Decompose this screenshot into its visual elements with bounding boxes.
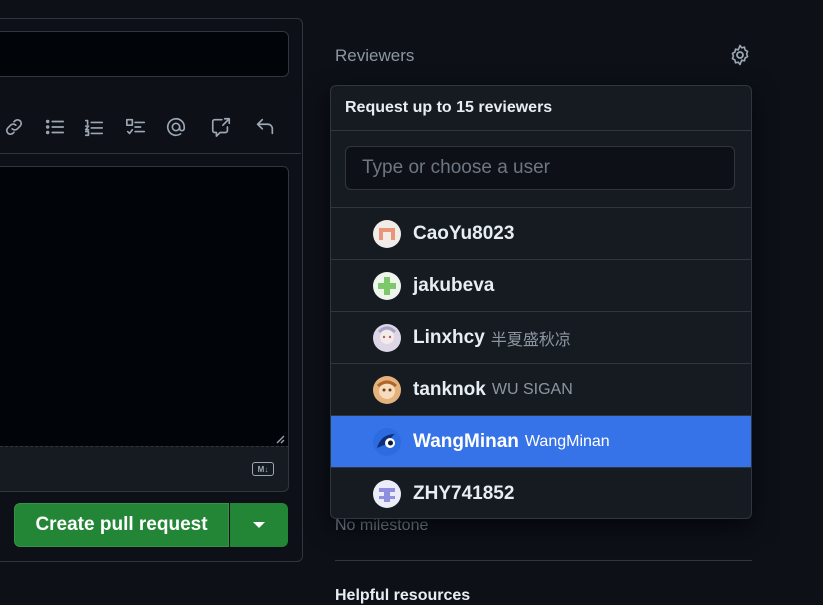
reviewers-heading: Reviewers <box>335 46 415 65</box>
pr-title-input[interactable] <box>0 31 289 77</box>
avatar <box>373 427 401 456</box>
reviewer-login: tanknok <box>413 378 486 400</box>
reviewer-option-wangminan[interactable]: WangMinan WangMinan <box>331 416 751 468</box>
reviewer-login: CaoYu8023 <box>413 222 515 244</box>
avatar <box>373 271 401 300</box>
pr-description-textarea[interactable] <box>0 166 289 448</box>
cross-reference-icon[interactable] <box>207 113 235 141</box>
editor-footer: M↓ <box>0 446 289 492</box>
sidebar-divider <box>335 560 752 561</box>
reviewer-name: WangMinan <box>524 432 610 450</box>
reviewer-search-input[interactable] <box>345 146 735 190</box>
chevron-down-icon <box>253 522 265 528</box>
gear-icon[interactable] <box>728 43 752 67</box>
unordered-list-icon[interactable] <box>41 113 69 141</box>
link-icon[interactable] <box>0 113 28 141</box>
mention-icon[interactable] <box>162 113 190 141</box>
reviewer-name: WU SIGAN <box>491 380 573 398</box>
toolbar-divider <box>0 153 301 154</box>
reviewer-option-tanknok[interactable]: tanknok WU SIGAN <box>331 364 751 416</box>
dropdown-header: Request up to 15 reviewers <box>331 86 751 131</box>
helpful-resources-heading: Helpful resources <box>335 587 471 604</box>
create-pull-request-button[interactable]: Create pull request <box>14 503 229 547</box>
reviewer-option-caoyu8023[interactable]: CaoYu8023 <box>331 208 751 260</box>
milestone-status: No milestone <box>335 517 429 534</box>
avatar <box>373 219 401 248</box>
resize-handle-icon[interactable] <box>275 434 285 444</box>
reviewer-login: ZHY741852 <box>413 482 515 504</box>
avatar <box>373 375 401 404</box>
ordered-list-icon[interactable] <box>80 113 108 141</box>
create-options-dropdown-button[interactable] <box>230 503 288 547</box>
undo-icon[interactable] <box>251 113 279 141</box>
reviewer-option-zhy741852[interactable]: ZHY741852 <box>331 468 751 518</box>
dropdown-filter <box>331 131 751 208</box>
markdown-icon[interactable]: M↓ <box>252 462 274 476</box>
reviewer-option-jakubeva[interactable]: jakubeva <box>331 260 751 312</box>
avatar <box>373 323 401 352</box>
reviewer-login: WangMinan <box>413 430 519 452</box>
reviewer-option-linxhcy[interactable]: Linxhcy 半夏盛秋凉 <box>331 312 751 364</box>
reviewer-login: jakubeva <box>413 274 495 296</box>
avatar <box>373 479 401 508</box>
reviewers-dropdown: Request up to 15 reviewers CaoYu8023 jak… <box>330 85 752 519</box>
reviewer-login: Linxhcy <box>413 326 485 348</box>
reviewer-name: 半夏盛秋凉 <box>490 331 571 349</box>
task-list-icon[interactable] <box>122 113 150 141</box>
